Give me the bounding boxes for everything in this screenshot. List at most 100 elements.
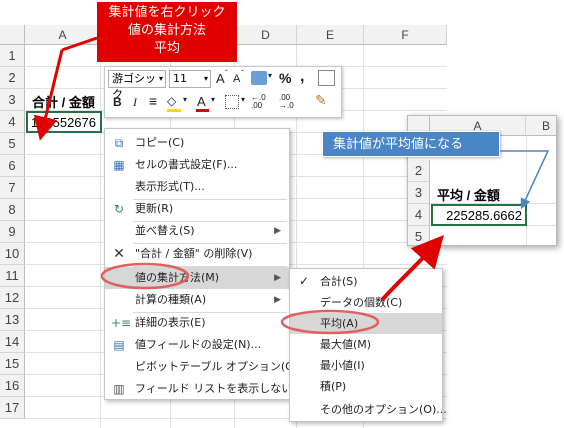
submenu-item-label: 平均(A)	[320, 317, 359, 330]
format-table-icon[interactable]	[318, 70, 335, 86]
panel-row-header-4[interactable]: 4	[408, 204, 430, 226]
panel-cell-a4-selected[interactable]: 225285.6662	[431, 204, 527, 226]
annotation-line3: 平均	[153, 41, 180, 56]
menu-item-label: 表示形式(T)...	[135, 180, 205, 193]
row-header-7[interactable]: 7	[0, 177, 25, 199]
expand-icon: +≡	[111, 316, 132, 330]
menu-item-sort[interactable]: 並べ替え(S) ▶	[105, 220, 289, 242]
shrink-font-caret-icon: ˇ	[241, 69, 244, 78]
shrink-font-button[interactable]: A	[233, 73, 240, 85]
bold-button[interactable]: B	[113, 95, 122, 109]
menu-item-label: 計算の種類(A)	[135, 293, 207, 306]
cell-a3-header[interactable]: 合計 / 金額	[32, 92, 95, 111]
chevron-right-icon: ▶	[274, 295, 281, 305]
row-header-2[interactable]: 2	[0, 67, 25, 89]
submenu-item-product[interactable]: 積(P)	[290, 376, 442, 397]
field-settings-icon: ▤	[113, 338, 125, 352]
grow-font-caret-icon: ˆ	[225, 69, 228, 78]
menu-item-copy[interactable]: ⧉ コピー(C)	[105, 132, 289, 154]
fill-color-icon[interactable]: ◇	[167, 94, 176, 108]
submenu-item-min[interactable]: 最小値(I)	[290, 355, 442, 376]
row-header-13[interactable]: 13	[0, 309, 25, 331]
chevron-down-icon: ▾	[203, 74, 208, 83]
row-header-4[interactable]: 4	[0, 111, 25, 133]
submenu-item-label: その他のオプション(O)...	[320, 403, 447, 416]
menu-item-label: ピボットテーブル オプション(O)...	[135, 360, 309, 373]
menu-item-summarize-values-by[interactable]: 値の集計方法(M) ▶	[105, 267, 289, 289]
menu-item-number-format[interactable]: 表示形式(T)...	[105, 176, 289, 198]
panel-column-header-b[interactable]: B	[526, 116, 556, 136]
font-color-button[interactable]: A	[197, 94, 206, 109]
menu-item-show-values-as[interactable]: 計算の種類(A) ▶	[105, 289, 289, 311]
chevron-down-icon: ▾	[183, 95, 188, 104]
submenu-item-count[interactable]: データの個数(C)	[290, 292, 442, 313]
row-header-6[interactable]: 6	[0, 155, 25, 177]
panel-cell-a3-header[interactable]: 平均 / 金額	[437, 185, 500, 204]
row-header-5[interactable]: 5	[0, 133, 25, 155]
currency-format-icon[interactable]	[251, 71, 267, 85]
grow-font-button[interactable]: A	[216, 71, 225, 86]
row-header-15[interactable]: 15	[0, 353, 25, 375]
column-header-f[interactable]: F	[364, 25, 447, 45]
menu-item-label: 詳細の表示(E)	[135, 316, 206, 329]
menu-item-hide-field-list[interactable]: ▥ フィールド リストを表示しない(D)	[105, 378, 309, 400]
column-header-d[interactable]: D	[235, 25, 297, 45]
row-header-14[interactable]: 14	[0, 331, 25, 353]
panel-row-header-2[interactable]: 2	[408, 160, 430, 182]
menu-item-label: "合計 / 金額" の削除(V)	[135, 247, 253, 260]
submenu-item-label: データの個数(C)	[320, 296, 403, 309]
submenu-item-label: 最大値(M)	[320, 338, 372, 351]
align-center-icon[interactable]: ≡	[149, 93, 157, 109]
menu-item-label: 値フィールドの設定(N)...	[135, 338, 262, 351]
chevron-down-icon: ▾	[211, 95, 216, 104]
field-list-icon: ▥	[113, 382, 125, 396]
annotation-line1: 集計値を右クリック	[108, 5, 226, 20]
cell-a4-selected[interactable]: 179552676	[26, 111, 102, 133]
menu-item-remove-field[interactable]: ✕ "合計 / 金額" の削除(V)	[105, 243, 289, 265]
row-header-3[interactable]: 3	[0, 89, 25, 111]
font-size-select[interactable]: 11 ▾	[169, 70, 211, 88]
fill-color-swatch	[167, 109, 181, 112]
font-color-swatch	[196, 109, 209, 112]
panel-row-header-5[interactable]: 5	[408, 226, 430, 245]
annotation-line2: 値の集計方法	[127, 23, 206, 38]
summarize-submenu: ✓ 合計(S) データの個数(C) 平均(A) 最大値(M) 最小値(I) 積(P…	[289, 268, 447, 422]
menu-item-pivot-options[interactable]: ピボットテーブル オプション(O)...	[105, 356, 309, 378]
menu-item-format-cells[interactable]: ▦ セルの書式設定(F)...	[105, 154, 289, 176]
check-icon: ✓	[299, 274, 310, 288]
row-header-11[interactable]: 11	[0, 265, 25, 287]
row-header-16[interactable]: 16	[0, 375, 25, 397]
submenu-item-max[interactable]: 最大値(M)	[290, 334, 442, 355]
chevron-right-icon: ▶	[274, 273, 281, 283]
borders-icon[interactable]	[225, 95, 239, 109]
chevron-right-icon: ▶	[274, 226, 281, 236]
percent-style-button[interactable]: %	[279, 70, 291, 86]
format-painter-icon[interactable]: ✎	[315, 92, 327, 109]
decrease-decimal-button[interactable]: .00 →.0	[279, 94, 305, 110]
submenu-item-more-options[interactable]: その他のオプション(O)...	[290, 399, 447, 420]
menu-item-value-field-settings[interactable]: ▤ 値フィールドの設定(N)...	[105, 334, 289, 356]
comma-style-button[interactable]: ,	[300, 68, 304, 86]
annotation-callout-top: 集計値を右クリック 値の集計方法 平均	[97, 2, 237, 62]
row-header-17[interactable]: 17	[0, 397, 25, 419]
row-header-10[interactable]: 10	[0, 243, 25, 265]
panel-cell-a4-value: 225285.6662	[446, 208, 522, 223]
mini-toolbar: 游ゴシック ▾ 11 ▾ A ˆ A ˇ ▾ % , B I ≡ ◇ ▾ A ▾…	[104, 66, 342, 118]
italic-button[interactable]: I	[133, 95, 137, 110]
row-header-9[interactable]: 9	[0, 221, 25, 243]
row-header-1[interactable]: 1	[0, 45, 25, 67]
column-header-a[interactable]: A	[25, 25, 101, 45]
column-header-e[interactable]: E	[297, 25, 364, 45]
select-all-corner[interactable]	[0, 25, 25, 45]
menu-item-refresh[interactable]: ↻ 更新(R)	[105, 198, 289, 220]
row-header-8[interactable]: 8	[0, 199, 25, 221]
row-header-12[interactable]: 12	[0, 287, 25, 309]
submenu-item-sum[interactable]: ✓ 合計(S)	[290, 271, 442, 292]
font-name-select[interactable]: 游ゴシック ▾	[108, 70, 166, 101]
menu-item-label: 値の集計方法(M)	[135, 271, 220, 284]
increase-decimal-button[interactable]: ←.0 .00	[251, 94, 277, 110]
menu-item-label: フィールド リストを表示しない(D)	[135, 382, 310, 395]
menu-item-show-details[interactable]: +≡ 詳細の表示(E)	[105, 312, 289, 334]
submenu-item-average[interactable]: 平均(A)	[290, 313, 442, 334]
panel-row-header-3[interactable]: 3	[408, 182, 430, 204]
